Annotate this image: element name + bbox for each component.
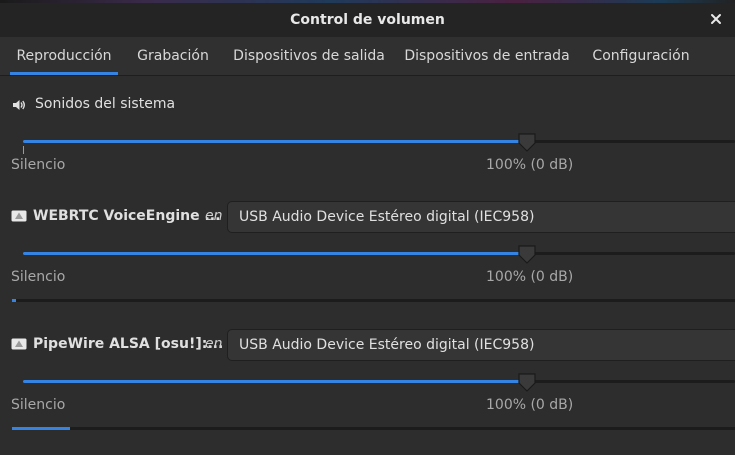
slider-knob[interactable] (517, 132, 537, 152)
en-label: en (205, 208, 223, 224)
peak-level-fill (12, 427, 70, 430)
hundred-percent-label: 100% (0 dB) (486, 157, 574, 173)
close-button[interactable] (707, 10, 725, 28)
slider-knob[interactable] (517, 372, 537, 392)
close-icon (711, 14, 721, 24)
volume-slider[interactable] (23, 372, 735, 392)
stream-name: WEBRTC VoiceEngine ... (33, 208, 221, 224)
speaker-icon (13, 100, 25, 110)
output-device-select[interactable]: USB Audio Device Estéreo digital (IEC958… (227, 201, 735, 233)
titlebar: Control de volumen (0, 3, 735, 37)
window-title: Control de volumen (290, 12, 445, 28)
app-icon (11, 338, 27, 350)
hundred-percent-label: 100% (0 dB) (486, 397, 574, 413)
app-icon (11, 210, 27, 222)
silence-label: Silencio (11, 157, 66, 173)
tab-dispositivos-salida[interactable]: Dispositivos de salida (229, 37, 389, 75)
stream-name: Sonidos del sistema (35, 96, 176, 112)
volume-slider[interactable] (23, 132, 735, 152)
silence-label: Silencio (11, 269, 66, 285)
slider-fill (23, 140, 528, 143)
volume-control-window: Control de volumen Reproducción Grabació… (0, 0, 735, 455)
peak-level-meter (12, 299, 735, 302)
silence-label: Silencio (11, 397, 66, 413)
slider-fill (23, 252, 528, 255)
tab-configuracion[interactable]: Configuración (585, 37, 697, 75)
slider-fill (23, 380, 528, 383)
tab-grabacion[interactable]: Grabación (130, 37, 216, 75)
output-device-select[interactable]: USB Audio Device Estéreo digital (IEC958… (227, 329, 735, 361)
volume-slider[interactable] (23, 244, 735, 264)
peak-level-meter (12, 427, 735, 430)
playback-panel: Sonidos del sistema Silencio 100% (0 dB)… (0, 76, 735, 455)
slider-knob[interactable] (517, 244, 537, 264)
scale-mark-silence (23, 146, 24, 154)
tab-bar: Reproducción Grabación Dispositivos de s… (0, 37, 735, 76)
tab-dispositivos-entrada[interactable]: Dispositivos de entrada (401, 37, 573, 75)
stream-name: PipeWire ALSA [osu!]:... (33, 336, 224, 352)
en-label: en (205, 336, 223, 352)
hundred-percent-label: 100% (0 dB) (486, 269, 574, 285)
tab-reproduccion[interactable]: Reproducción (10, 37, 118, 75)
peak-level-fill (12, 299, 16, 302)
